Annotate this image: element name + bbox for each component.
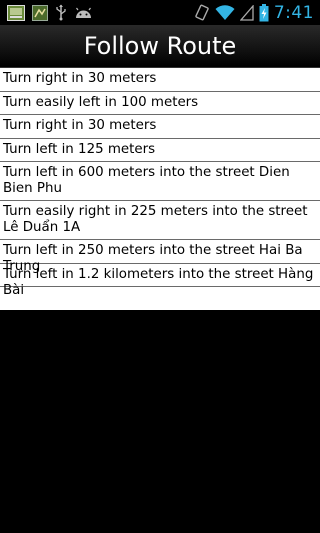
- clock: 7:41: [273, 2, 314, 23]
- direction-item[interactable]: Turn easily right in 225 meters into the…: [0, 201, 320, 240]
- wifi-icon: [215, 4, 235, 21]
- vibrate-icon: [194, 4, 210, 21]
- direction-item[interactable]: Turn left in 125 meters: [0, 139, 320, 162]
- title-bar: Follow Route: [0, 25, 320, 68]
- usb-icon: [55, 4, 67, 21]
- direction-item[interactable]: Turn right in 30 meters: [0, 68, 320, 92]
- map-notification-icon[interactable]: [32, 4, 48, 21]
- direction-item[interactable]: Turn left in 250 meters into the street …: [0, 240, 320, 274]
- system-icons: 7:41: [194, 0, 320, 25]
- direction-item[interactable]: Turn easily left in 100 meters: [0, 92, 320, 115]
- image-notification-icon[interactable]: [7, 4, 25, 21]
- page-title: Follow Route: [83, 32, 237, 60]
- signal-icon: [239, 4, 254, 21]
- status-bar: 7:41: [0, 0, 320, 25]
- direction-item[interactable]: Turn right in 30 meters: [0, 115, 320, 139]
- battery-charging-icon: [259, 3, 269, 22]
- direction-item[interactable]: Turn left in 600 meters into the street …: [0, 162, 320, 201]
- notification-area: [0, 0, 93, 25]
- android-debug-icon: [74, 6, 93, 20]
- direction-item[interactable]: Turn left in 1.2 kilometers into the str…: [0, 264, 320, 298]
- route-directions-list[interactable]: Turn right in 30 meters Turn easily left…: [0, 68, 320, 310]
